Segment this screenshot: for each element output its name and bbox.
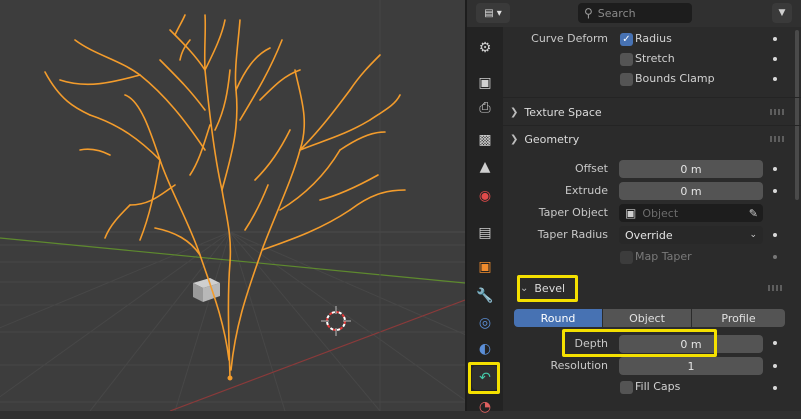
bevel-mode-round[interactable]: Round: [514, 309, 602, 327]
divider: [503, 125, 801, 126]
texture-space-title: Texture Space: [524, 105, 602, 119]
options-menu-button[interactable]: ▼: [772, 3, 792, 23]
world-icon[interactable]: ◉: [472, 184, 498, 208]
chevron-down-icon: ❯: [510, 133, 519, 145]
geometry-title: Geometry: [524, 132, 580, 146]
drag-handle-icon[interactable]: [770, 109, 784, 115]
object-icon[interactable]: ▣: [472, 255, 498, 279]
search-icon: ⚲: [584, 6, 593, 20]
map-taper-label: Map Taper: [635, 250, 692, 263]
chevron-down-icon: ⌄: [749, 230, 757, 240]
taper-radius-value: Override: [625, 228, 673, 242]
scene-icon[interactable]: ▲: [472, 155, 498, 179]
bounds-clamp-checkbox[interactable]: [620, 73, 633, 86]
offset-label: Offset: [574, 162, 608, 175]
keyframe-dot[interactable]: [773, 37, 777, 41]
radius-checkbox[interactable]: ✓: [620, 33, 633, 46]
depth-highlight: [562, 329, 717, 357]
search-placeholder: Search: [597, 6, 636, 20]
fill-caps-checkbox[interactable]: [620, 381, 633, 394]
properties-icon: ▤: [484, 7, 494, 19]
chevron-down-icon: ▾: [496, 7, 502, 19]
physics-icon[interactable]: ◐: [472, 337, 498, 361]
keyframe-dot[interactable]: [773, 189, 777, 193]
editor-type-button[interactable]: ▤ ▾: [476, 3, 510, 23]
bevel-mode-object[interactable]: Object: [603, 309, 691, 327]
keyframe-dot[interactable]: [773, 167, 777, 171]
particles-icon[interactable]: ◎: [472, 311, 498, 335]
keyframe-dot[interactable]: [773, 57, 777, 61]
keyframe-dot[interactable]: [773, 386, 777, 390]
output-icon[interactable]: ⎙: [472, 96, 498, 120]
drag-handle-icon[interactable]: [770, 136, 784, 142]
viewport-scene: [0, 0, 465, 411]
geometry-header[interactable]: ❯ Geometry: [510, 128, 792, 150]
radius-label: Radius: [635, 32, 672, 45]
taper-radius-label: Taper Radius: [537, 228, 608, 241]
offset-field[interactable]: 0 m: [619, 160, 763, 178]
x-axis-line: [169, 299, 465, 411]
taper-object-placeholder: Object: [642, 206, 679, 220]
bounds-clamp-label: Bounds Clamp: [635, 72, 715, 85]
modifier-icon[interactable]: 🔧: [472, 284, 498, 308]
curve-deform-label: Curve Deform: [531, 32, 608, 45]
curve-origin: [227, 375, 233, 381]
search-input[interactable]: ⚲ Search: [578, 3, 692, 23]
render-icon[interactable]: ▣: [472, 71, 498, 95]
taper-object-label: Taper Object: [538, 206, 608, 219]
tool-icon[interactable]: ⚙: [472, 36, 498, 60]
taper-object-field[interactable]: ▣ Object ✎: [619, 204, 763, 222]
grid-floor: [0, 231, 465, 411]
resolution-field[interactable]: 1: [619, 357, 763, 375]
3d-viewport[interactable]: [0, 0, 465, 411]
material-icon[interactable]: ◔: [472, 395, 498, 419]
keyframe-dot[interactable]: [773, 341, 777, 345]
texture-space-header[interactable]: ❯ Texture Space: [510, 101, 792, 123]
tree-curve-object: [44, 14, 406, 379]
resolution-label: Resolution: [550, 359, 608, 372]
stretch-label: Stretch: [635, 52, 675, 65]
extrude-label: Extrude: [564, 184, 608, 197]
chevron-right-icon: ❯: [510, 106, 519, 118]
curve-tab-highlight: [468, 362, 500, 394]
keyframe-dot[interactable]: [773, 77, 777, 81]
chevron-down-icon: ▼: [778, 8, 786, 18]
stretch-checkbox[interactable]: [620, 53, 633, 66]
extrude-field[interactable]: 0 m: [619, 182, 763, 200]
curve-object-icon: ▣: [625, 206, 637, 220]
keyframe-dot[interactable]: [773, 255, 777, 259]
bevel-highlight: [517, 275, 578, 302]
panel-scrollbar[interactable]: [795, 30, 799, 200]
view-layer-icon[interactable]: ▩: [472, 128, 498, 152]
divider: [503, 97, 801, 98]
map-taper-checkbox[interactable]: [620, 251, 633, 264]
keyframe-dot[interactable]: [773, 233, 777, 237]
drag-handle-icon[interactable]: [768, 285, 782, 291]
keyframe-dot[interactable]: [773, 364, 777, 368]
collection-icon[interactable]: ▤: [472, 221, 498, 245]
eyedropper-icon[interactable]: ✎: [749, 207, 758, 220]
taper-radius-select[interactable]: Override ⌄: [619, 226, 763, 244]
check-icon: ✓: [622, 34, 631, 45]
properties-tabs: ⚙ ▣ ⎙ ▩ ▲ ◉ ▤ ▣ 🔧 ◎ ◐ ↶ ◔: [467, 27, 503, 415]
bevel-mode-profile[interactable]: Profile: [692, 309, 785, 327]
fill-caps-label: Fill Caps: [635, 380, 681, 393]
